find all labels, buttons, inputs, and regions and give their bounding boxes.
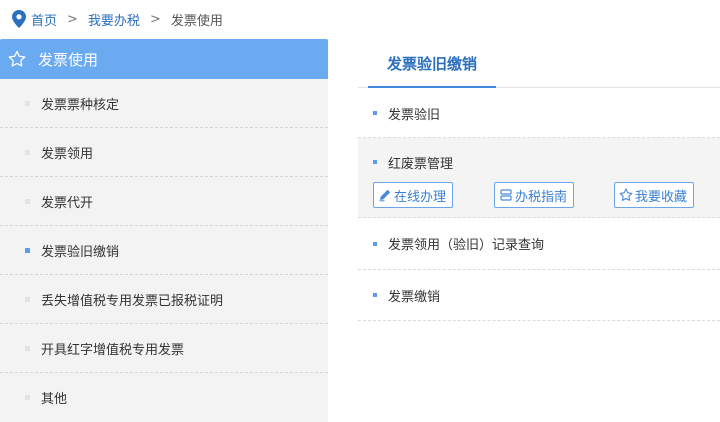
tab-bar: 发票验旧缴销 (358, 40, 720, 88)
sidebar-item-label: 丢失增值税专用发票已报税证明 (41, 293, 224, 309)
sidebar-item-label: 其他 (41, 392, 68, 407)
sidebar-header: 发票使用 (0, 39, 328, 79)
sidebar-item-invoice-claim[interactable]: 发票领用 (0, 128, 328, 177)
breadcrumb: 首页 > 我要办税 > 发票使用 (12, 9, 223, 29)
service-item-label: 发票验旧 (388, 107, 441, 123)
service-item-label: 红废票管理 (388, 156, 454, 172)
sidebar-item-red-vat-invoice[interactable]: 开具红字增值税专用发票 (0, 324, 328, 373)
star-icon (8, 50, 26, 67)
service-item-head: 红废票管理 (373, 138, 453, 186)
service-item-label: 发票领用（验旧）记录查询 (388, 238, 545, 253)
breadcrumb-separator: > (149, 11, 161, 27)
bullet-icon (373, 241, 377, 246)
breadcrumb-current: 发票使用 (170, 13, 223, 29)
bullet-icon (25, 198, 30, 204)
sidebar-item-label: 开具红字增值税专用发票 (41, 342, 185, 358)
tax-guide-label: 办税指南 (515, 189, 568, 205)
breadcrumb-separator: > (67, 11, 78, 27)
sidebar-item-ticket-type-approval[interactable]: 发票票种核定 (0, 79, 328, 128)
bullet-icon (25, 247, 30, 253)
favorite-button[interactable]: 我要收藏 (614, 182, 694, 208)
sidebar-item-label: 发票验旧缴销 (41, 244, 120, 260)
bullet-icon (25, 100, 30, 106)
bullet-icon (25, 395, 30, 400)
sidebar-item-other[interactable]: 其他 (0, 373, 328, 422)
tax-guide-button[interactable]: 办税指南 (494, 182, 574, 208)
bullet-icon (373, 293, 377, 297)
sidebar-title: 发票使用 (38, 50, 99, 69)
sidebar-item-lost-vat-invoice-proof[interactable]: 丢失增值税专用发票已报税证明 (0, 275, 328, 324)
sidebar-item-invoice-verify-cancel[interactable]: 发票验旧缴销 (0, 226, 328, 275)
favorite-label: 我要收藏 (635, 189, 688, 205)
online-handle-label: 在线办理 (394, 189, 447, 205)
bullet-icon (373, 160, 377, 164)
bullet-icon (25, 149, 30, 155)
breadcrumb-home-link[interactable]: 首页 (31, 10, 57, 29)
tab-invoice-verify-cancel[interactable]: 发票验旧缴销 (368, 40, 496, 88)
bullet-icon (373, 111, 377, 115)
sidebar-item-label: 发票领用 (41, 146, 94, 162)
sidebar-item-invoice-issue-on-behalf[interactable]: 发票代开 (0, 177, 328, 226)
star-outline-icon (619, 188, 633, 201)
bullet-icon (25, 296, 30, 302)
bullet-icon (25, 345, 30, 351)
pencil-icon (379, 189, 391, 202)
sidebar-item-label: 发票代开 (41, 195, 94, 211)
service-list: 发票验旧 红废票管理 在线办理 办税指南 我要收藏 发票领用（验旧）记录查询 发… (358, 89, 720, 321)
online-handle-button[interactable]: 在线办理 (373, 182, 453, 208)
service-item-invoice-verify[interactable]: 发票验旧 (358, 89, 720, 138)
service-item-claim-record-query[interactable]: 发票领用（验旧）记录查询 (358, 218, 720, 270)
service-actions: 在线办理 办税指南 我要收藏 (373, 182, 694, 208)
breadcrumb-section-link[interactable]: 我要办税 (88, 10, 140, 29)
service-item-void-invoice-management[interactable]: 红废票管理 在线办理 办税指南 我要收藏 (358, 138, 720, 218)
sidebar-item-label: 发票票种核定 (41, 97, 120, 113)
sidebar: 发票使用 发票票种核定 发票领用 发票代开 发票验旧缴销 丢失增值税专用发票已报… (0, 39, 328, 422)
guide-icon (500, 189, 512, 201)
service-item-invoice-cancel[interactable]: 发票缴销 (358, 270, 720, 321)
service-item-label: 发票缴销 (388, 289, 441, 305)
location-pin-icon (12, 10, 26, 28)
